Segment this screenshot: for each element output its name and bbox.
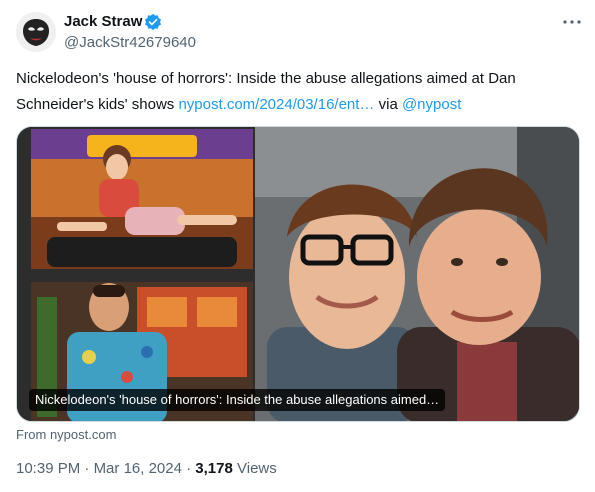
link-card[interactable]: Nickelodeon's 'house of horrors': Inside… (16, 126, 580, 422)
tweet-meta: 10:39 PM · Mar 16, 2024 · 3,178 Views (16, 459, 277, 479)
meta-separator: · (181, 460, 196, 477)
avatar[interactable] (16, 12, 56, 52)
more-options-icon[interactable] (560, 10, 584, 34)
display-name[interactable]: Jack Straw (64, 12, 142, 32)
tweet-text: Nickelodeon's 'house of horrors': Inside… (16, 66, 584, 118)
card-source[interactable]: From nypost.com (16, 427, 116, 443)
tweet-date[interactable]: Mar 16, 2024 (94, 460, 182, 477)
article-link[interactable]: nypost.com/2024/03/16/ent… (178, 96, 374, 113)
mask-avatar-icon (16, 12, 56, 52)
meta-separator: · (80, 460, 94, 477)
card-image (17, 127, 579, 421)
card-title-overlay: Nickelodeon's 'house of horrors': Inside… (29, 389, 446, 411)
views-count: 3,178 (195, 460, 233, 477)
tweet-time[interactable]: 10:39 PM (16, 460, 80, 477)
tweet: Jack Straw @JackStr42679640 Nickelodeon'… (0, 0, 595, 492)
mention-link[interactable]: @nypost (402, 96, 461, 113)
user-handle[interactable]: @JackStr42679640 (64, 33, 196, 53)
via-text: via (374, 96, 402, 113)
views-label: Views (232, 460, 277, 477)
verified-badge-icon (144, 13, 162, 31)
